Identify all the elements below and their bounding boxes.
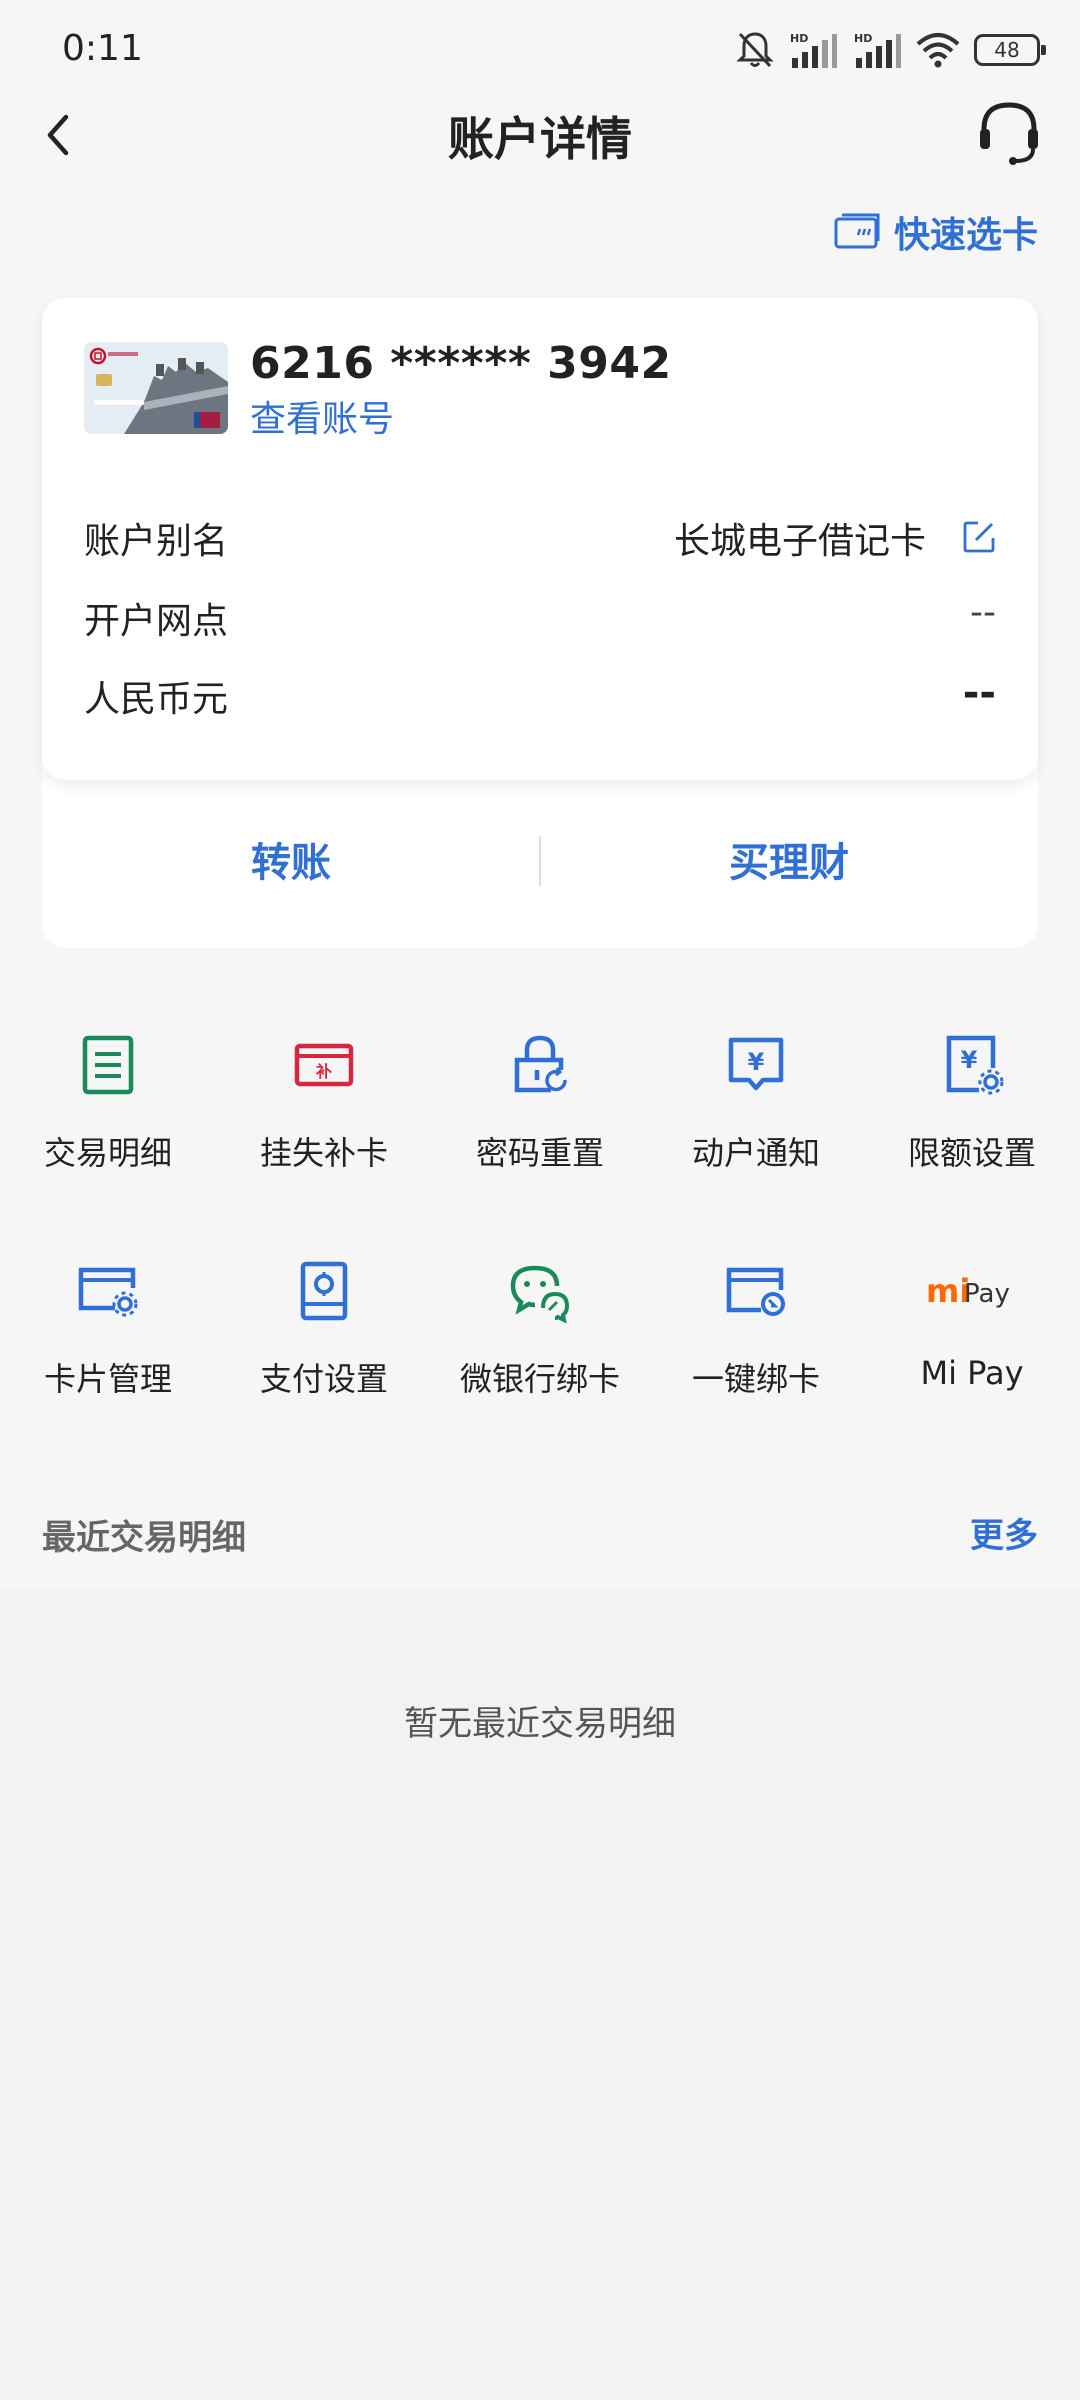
svg-text:HD: HD (790, 32, 808, 45)
signal-hd-1-icon: HD (790, 32, 837, 68)
quick-select-label: 快速选卡 (893, 215, 1038, 256)
recent-more-link[interactable]: 更多 (970, 1508, 1038, 1557)
battery-indicator: 48 (974, 34, 1046, 66)
mi-pay-logo-pay: Pay (964, 1279, 1010, 1309)
grid-item-one-click-bind[interactable]: 一键绑卡 (648, 1258, 864, 1400)
grid-item-limit-settings[interactable]: ¥ 限额设置 (864, 1032, 1080, 1174)
customer-service-headset-icon[interactable] (976, 99, 1042, 167)
grid-item-payment-settings[interactable]: 支付设置 (216, 1258, 432, 1400)
grid-label: 动户通知 (691, 1134, 820, 1172)
payment-settings-icon (300, 1261, 348, 1321)
svg-text:¥: ¥ (961, 1046, 978, 1074)
grid-label: 一键绑卡 (691, 1360, 820, 1398)
status-icons: HD HD 48 (736, 26, 1046, 74)
card-select-icon (834, 213, 880, 249)
grid-item-password-reset[interactable]: 密码重置 (432, 1032, 648, 1174)
rmb-balance-value: -- (962, 670, 996, 716)
card-number: 6216 ****** 3942 (250, 338, 672, 389)
grid-item-wechat-bind[interactable]: 微银行绑卡 (432, 1258, 648, 1400)
buy-finance-button[interactable]: 买理财 (540, 830, 1038, 888)
wechat-bind-icon (510, 1265, 570, 1324)
svg-text:HD: HD (854, 32, 872, 45)
rmb-label: 人民币元 (84, 679, 229, 720)
header: 账户详情 (0, 95, 1080, 175)
page-title: 账户详情 (448, 112, 632, 166)
edit-alias-icon[interactable] (962, 520, 996, 554)
grid-item-card-management[interactable]: 卡片管理 (0, 1258, 216, 1400)
wifi-icon (916, 33, 960, 68)
grid-label: 挂失补卡 (259, 1134, 388, 1172)
password-reset-icon (514, 1035, 567, 1093)
report-loss-icon: 补 (294, 1043, 354, 1087)
grid-label: 交易明细 (43, 1134, 172, 1172)
view-account-link[interactable]: 查看账号 (250, 390, 394, 442)
mi-pay-icon: mi Pay (926, 1272, 1010, 1310)
transaction-list-icon (82, 1035, 134, 1095)
empty-transactions-text: 暂无最近交易明细 (404, 1704, 676, 1744)
grid-label: 卡片管理 (43, 1360, 172, 1398)
alias-value: 长城电子借记卡 (673, 521, 926, 562)
card-actions: 转账 买理财 (42, 780, 1038, 948)
card-manage-icon (78, 1267, 138, 1317)
mute-bell-icon (736, 32, 774, 68)
signal-hd-2-icon: HD (854, 32, 901, 68)
grid-item-mi-pay[interactable]: mi Pay Mi Pay (864, 1258, 1080, 1392)
transfer-button[interactable]: 转账 (42, 830, 540, 888)
account-notice-icon: ¥ (728, 1037, 784, 1091)
grid-label: 微银行绑卡 (459, 1360, 620, 1398)
recent-transactions-title: 最近交易明细 (42, 1518, 246, 1558)
grid-label: 密码重置 (475, 1134, 604, 1172)
alias-row: 账户别名 长城电子借记卡 (84, 508, 996, 564)
quick-select-card-button[interactable]: 快速选卡 (834, 206, 1038, 258)
status-time: 0:11 (62, 28, 143, 69)
branch-value: -- (970, 592, 996, 633)
status-bar: 0:11 HD HD 48 (0, 0, 1080, 100)
one-click-bind-icon (726, 1267, 785, 1316)
grid-label: 限额设置 (907, 1134, 1036, 1172)
account-card-info: 6216 ****** 3942 查看账号 账户别名 长城电子借记卡 开户网点 … (42, 298, 1038, 780)
bank-card-thumbnail (84, 342, 228, 434)
svg-text:¥: ¥ (748, 1048, 765, 1076)
rmb-balance-row: 人民币元 -- (84, 666, 996, 722)
grid-item-transaction-details[interactable]: 交易明细 (0, 1032, 216, 1174)
account-card: 6216 ****** 3942 查看账号 账户别名 长城电子借记卡 开户网点 … (42, 298, 1038, 948)
grid-label: 支付设置 (259, 1360, 388, 1398)
grid-item-account-notice[interactable]: ¥ 动户通知 (648, 1032, 864, 1174)
branch-row: 开户网点 -- (84, 588, 996, 644)
limit-settings-icon: ¥ (946, 1035, 1004, 1095)
svg-text:补: 补 (315, 1062, 332, 1081)
alias-label: 账户别名 (84, 521, 229, 562)
grid-item-report-loss[interactable]: 补 挂失补卡 (216, 1032, 432, 1174)
grid-label: Mi Pay (920, 1354, 1024, 1392)
branch-label: 开户网点 (84, 601, 229, 642)
